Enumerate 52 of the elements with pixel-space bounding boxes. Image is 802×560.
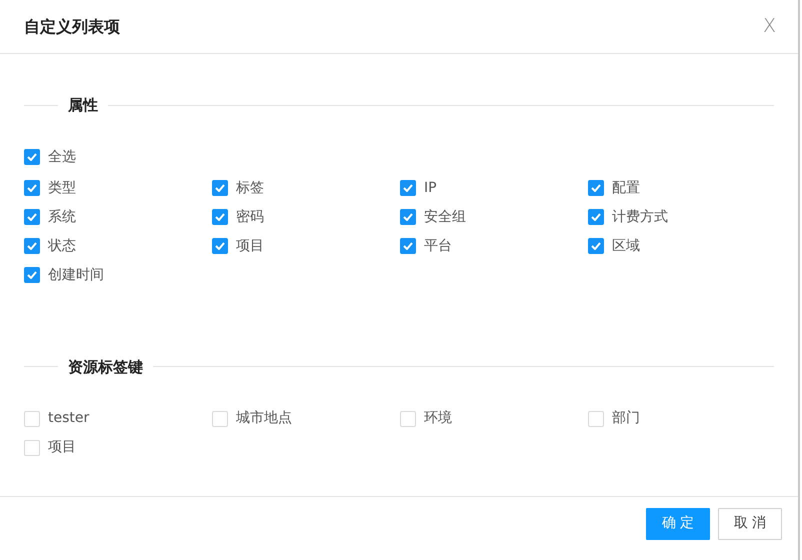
checkbox-label[interactable]: 创建时间 — [48, 264, 104, 286]
checkbox-label[interactable]: 区域 — [612, 236, 640, 256]
checkbox[interactable] — [24, 238, 40, 254]
check-icon — [27, 271, 37, 279]
checkbox[interactable] — [24, 209, 40, 225]
checkbox[interactable] — [588, 209, 604, 225]
checkbox[interactable] — [212, 209, 228, 225]
checkbox-label[interactable]: 项目 — [236, 236, 264, 256]
checkbox[interactable] — [400, 238, 416, 254]
checkbox-label[interactable]: 环境 — [424, 408, 452, 429]
checkbox-label[interactable]: 状态 — [48, 236, 76, 256]
check-icon — [591, 213, 601, 221]
checkbox[interactable] — [212, 180, 228, 196]
checkbox-label[interactable]: 城市地点 — [236, 408, 292, 429]
check-icon — [215, 242, 225, 250]
close-button[interactable]: X — [762, 17, 776, 36]
checkbox[interactable] — [588, 180, 604, 196]
checkbox-label[interactable]: 类型 — [48, 178, 76, 198]
checkbox-label[interactable]: tester — [48, 408, 90, 429]
checkbox-label[interactable]: 全选 — [48, 146, 76, 168]
checkbox[interactable] — [24, 267, 40, 283]
check-icon — [215, 184, 225, 192]
checkbox[interactable] — [24, 149, 40, 165]
section-title: 资源标签键 — [67, 356, 144, 378]
checkbox[interactable] — [400, 180, 416, 196]
dialog-title: 自定义列表项 — [24, 16, 120, 38]
checkbox[interactable] — [24, 180, 40, 196]
check-icon — [27, 242, 37, 250]
checkbox[interactable] — [588, 238, 604, 254]
checkbox-label[interactable]: 配置 — [612, 178, 640, 198]
check-icon — [27, 184, 37, 192]
checkbox-label[interactable]: 项目 — [48, 437, 76, 458]
check-icon — [403, 242, 413, 250]
checkbox-label[interactable]: 系统 — [48, 206, 76, 228]
check-icon — [215, 213, 225, 221]
check-icon — [591, 184, 601, 192]
checkbox-label[interactable]: 安全组 — [424, 206, 466, 228]
checkbox-label[interactable]: 计费方式 — [612, 206, 668, 228]
check-icon — [403, 184, 413, 192]
checkbox-label[interactable]: 平台 — [424, 236, 452, 256]
check-icon — [27, 153, 37, 161]
cancel-button[interactable]: 取 消 — [718, 508, 782, 540]
checkbox-label[interactable]: 标签 — [236, 178, 264, 198]
checkbox[interactable] — [212, 238, 228, 254]
check-icon — [403, 213, 413, 221]
check-icon — [27, 213, 37, 221]
checkbox[interactable] — [400, 209, 416, 225]
checkbox-label[interactable]: 密码 — [236, 206, 264, 228]
section-title: 属性 — [67, 95, 99, 116]
check-icon — [591, 242, 601, 250]
checkbox-label[interactable]: 部门 — [612, 408, 640, 429]
checkbox-label[interactable]: IP — [424, 178, 437, 198]
